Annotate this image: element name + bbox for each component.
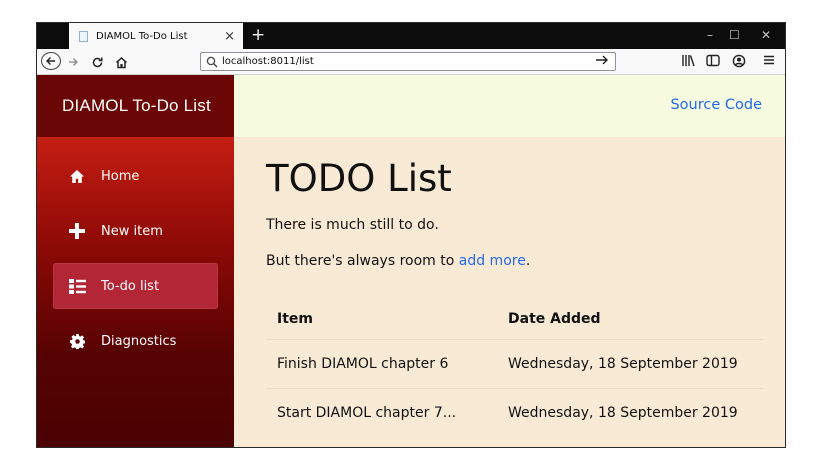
top-bar: Source Code — [234, 75, 785, 137]
sidebar-item-label: To-do list — [101, 278, 160, 294]
sidebar-item-label: Home — [101, 168, 140, 184]
table-row: Start DIAMOL chapter 7... Wednesday, 18 … — [266, 388, 763, 437]
sidebar: DIAMOL To-Do List Home New item To-do li… — [37, 75, 234, 447]
navigation-toolbar: localhost:8011/list — [37, 49, 785, 75]
web-page: DIAMOL To-Do List Home New item To-do li… — [37, 75, 785, 447]
table-header-row: Item Date Added — [266, 299, 763, 339]
sidebar-item-label: Diagnostics — [101, 333, 177, 349]
tab-strip: DIAMOL To-Do List × + – ☐ ✕ — [37, 23, 785, 49]
sidebar-item-to-do-list[interactable]: To-do list — [53, 263, 218, 309]
go-arrow-icon[interactable] — [595, 54, 609, 70]
close-window-button[interactable]: ✕ — [761, 28, 771, 42]
browser-tab[interactable]: DIAMOL To-Do List × — [69, 23, 243, 49]
item-cell: Start DIAMOL chapter 7... — [277, 405, 457, 421]
reload-icon[interactable] — [89, 52, 105, 72]
tab-close-button[interactable]: × — [224, 29, 235, 44]
sidebar-icon[interactable] — [706, 54, 720, 70]
item-cell: Finish DIAMOL chapter 6 — [277, 356, 449, 372]
new-tab-button[interactable]: + — [251, 25, 265, 45]
browser-window: DIAMOL To-Do List × + – ☐ ✕ localhost:80… — [36, 22, 786, 448]
column-header-item: Item — [277, 311, 313, 327]
back-icon[interactable] — [41, 52, 61, 70]
search-icon — [206, 56, 218, 68]
plus-icon — [68, 223, 86, 239]
address-bar[interactable]: localhost:8011/list — [200, 52, 616, 71]
list-icon — [68, 278, 86, 294]
sidebar-item-label: New item — [101, 223, 163, 239]
page-icon — [79, 30, 88, 42]
source-code-link[interactable]: Source Code — [670, 97, 762, 113]
url-text[interactable]: localhost:8011/list — [222, 56, 595, 67]
home-icon[interactable] — [113, 52, 129, 72]
status-text: There is much still to do. — [266, 217, 439, 233]
date-cell: Wednesday, 18 September 2019 — [508, 405, 738, 421]
account-icon[interactable] — [732, 54, 746, 71]
library-icon[interactable] — [681, 54, 695, 70]
menu-icon[interactable] — [763, 54, 775, 69]
todo-table: Item Date Added Finish DIAMOL chapter 6 … — [266, 299, 763, 437]
add-more-text: But there's always room to add more. — [266, 253, 763, 269]
tab-title: DIAMOL To-Do List — [96, 30, 188, 42]
add-more-prefix: But there's always room to — [266, 253, 459, 269]
add-more-suffix: . — [525, 253, 531, 269]
page-title: TODO List — [266, 157, 452, 200]
minimize-button[interactable]: – — [707, 28, 713, 42]
add-more-link[interactable]: add more — [459, 253, 526, 269]
gear-icon — [68, 333, 86, 349]
home-icon — [68, 169, 86, 184]
maximize-button[interactable]: ☐ — [729, 28, 740, 42]
main-content: TODO List There is much still to do. But… — [234, 137, 785, 447]
sidebar-item-new-item[interactable]: New item — [53, 208, 218, 254]
app-brand[interactable]: DIAMOL To-Do List — [37, 75, 234, 137]
forward-icon[interactable] — [65, 52, 81, 72]
table-row: Finish DIAMOL chapter 6 Wednesday, 18 Se… — [266, 339, 763, 388]
sidebar-item-home[interactable]: Home — [53, 153, 218, 199]
date-cell: Wednesday, 18 September 2019 — [508, 356, 738, 372]
column-header-date-added: Date Added — [508, 311, 601, 327]
sidebar-item-diagnostics[interactable]: Diagnostics — [53, 318, 218, 364]
